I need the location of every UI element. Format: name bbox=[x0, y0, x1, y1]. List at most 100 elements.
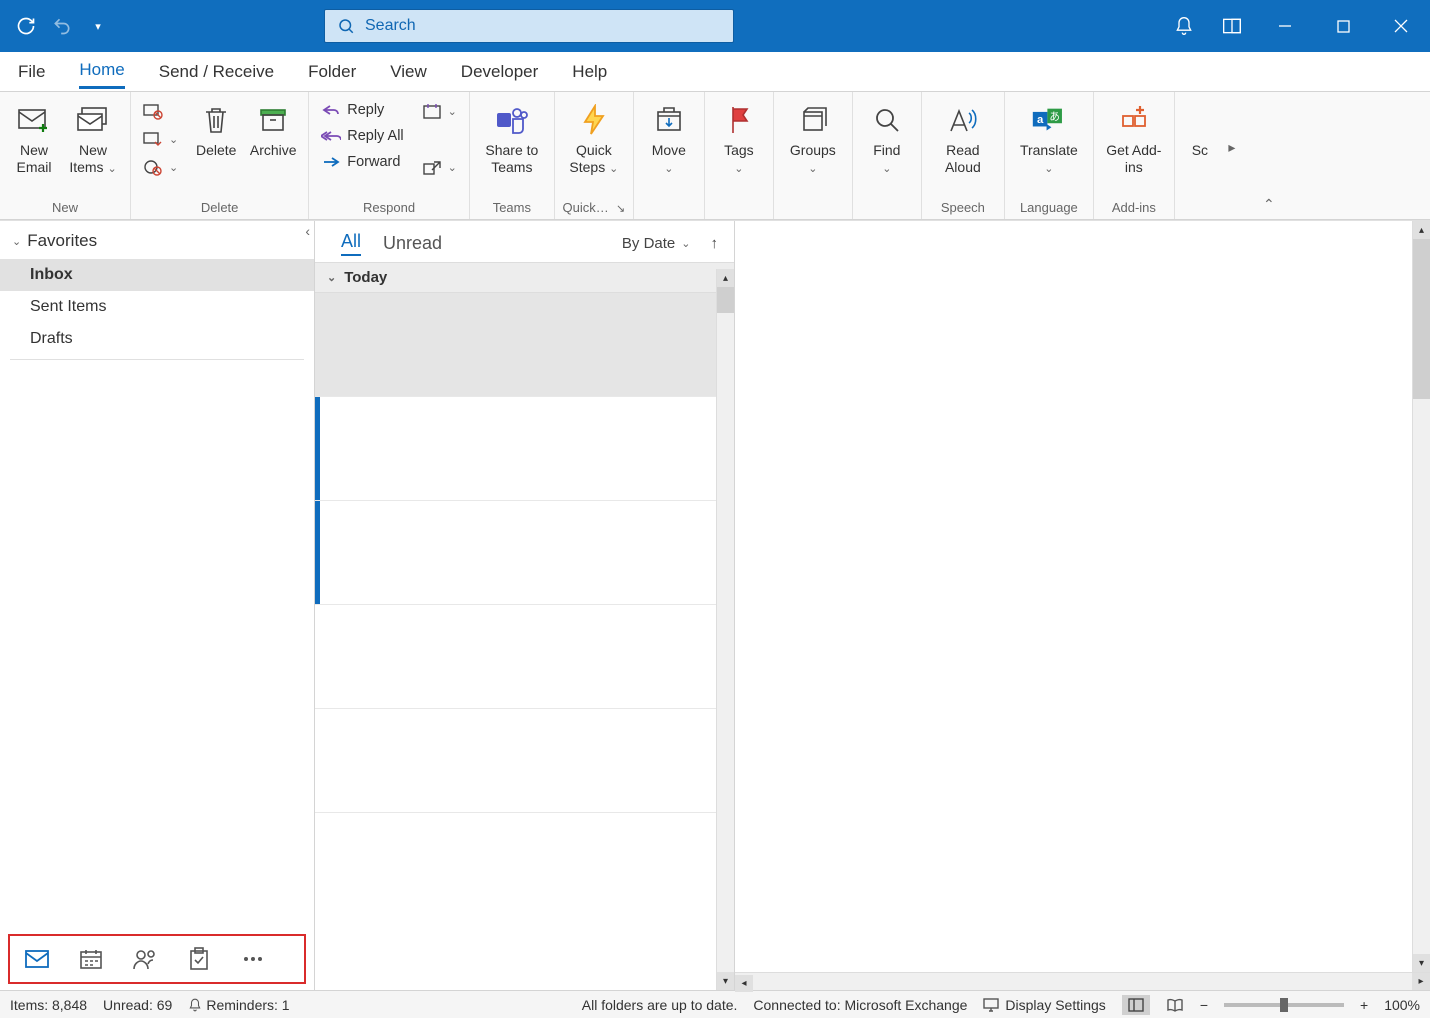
scroll-right-icon[interactable]: ▸ bbox=[1412, 973, 1430, 990]
message-item[interactable] bbox=[315, 397, 734, 501]
bell-icon bbox=[188, 998, 202, 1012]
sync-icon[interactable] bbox=[12, 12, 40, 40]
translate-button[interactable]: aあ Translate⌄ bbox=[1011, 96, 1087, 176]
more-respond-button[interactable]: ⌄ bbox=[416, 154, 463, 180]
maximize-button[interactable] bbox=[1314, 0, 1372, 52]
zoom-level[interactable]: 100% bbox=[1384, 997, 1420, 1013]
get-addins-button[interactable]: Get Add-ins bbox=[1100, 96, 1168, 176]
junk-button[interactable]: ⌄ bbox=[137, 154, 184, 180]
mail-nav-icon[interactable] bbox=[24, 946, 50, 972]
groups-icon bbox=[798, 102, 828, 138]
sort-by-date[interactable]: By Date bbox=[622, 235, 675, 252]
status-sync: All folders are up to date. bbox=[582, 997, 738, 1013]
scroll-thumb[interactable] bbox=[717, 287, 734, 313]
navigation-bar bbox=[8, 934, 306, 984]
ignore-button[interactable] bbox=[137, 98, 184, 124]
message-item[interactable] bbox=[315, 605, 734, 709]
new-email-icon bbox=[17, 102, 51, 138]
tab-developer[interactable]: Developer bbox=[461, 56, 539, 88]
minimize-button[interactable] bbox=[1256, 0, 1314, 52]
group-label-addins: Add-ins bbox=[1100, 198, 1168, 219]
window-controls bbox=[1160, 0, 1430, 52]
share-icon bbox=[422, 158, 442, 176]
move-button[interactable]: Move⌄ bbox=[640, 96, 698, 176]
scroll-down-icon[interactable]: ▾ bbox=[717, 972, 734, 990]
tab-home[interactable]: Home bbox=[79, 54, 124, 89]
cleanup-button[interactable]: ⌄ bbox=[137, 126, 184, 152]
meeting-button[interactable]: ⌄ bbox=[416, 98, 463, 124]
meeting-icon bbox=[422, 102, 442, 120]
notifications-icon[interactable] bbox=[1160, 0, 1208, 52]
tab-folder[interactable]: Folder bbox=[308, 56, 356, 88]
zoom-slider[interactable] bbox=[1224, 1003, 1344, 1007]
reading-pane-vscroll[interactable]: ▴ ▾ bbox=[1412, 221, 1430, 972]
message-item[interactable] bbox=[315, 709, 734, 813]
collapse-ribbon-icon[interactable]: ⌃ bbox=[1251, 92, 1287, 219]
tab-view[interactable]: View bbox=[390, 56, 427, 88]
tasks-nav-icon[interactable] bbox=[186, 946, 212, 972]
zoom-out-button[interactable]: − bbox=[1200, 997, 1208, 1013]
favorites-header[interactable]: ⌄ Favorites bbox=[0, 221, 314, 259]
reading-pane-hscroll[interactable]: ◂ ▸ bbox=[735, 972, 1430, 990]
zoom-handle[interactable] bbox=[1280, 998, 1288, 1012]
read-aloud-button[interactable]: Read Aloud bbox=[928, 96, 998, 176]
tab-help[interactable]: Help bbox=[572, 56, 607, 88]
date-group-today[interactable]: ⌄ Today bbox=[315, 262, 734, 293]
close-button[interactable] bbox=[1372, 0, 1430, 52]
find-button[interactable]: Find⌄ bbox=[859, 96, 915, 176]
group-label-teams: Teams bbox=[476, 198, 548, 219]
people-nav-icon[interactable] bbox=[132, 946, 158, 972]
junk-icon bbox=[143, 158, 163, 176]
coming-soon-icon[interactable] bbox=[1208, 0, 1256, 52]
new-email-button[interactable]: New Email bbox=[6, 96, 62, 176]
group-teams: T Share to Teams Teams bbox=[470, 92, 555, 219]
more-nav-icon[interactable] bbox=[240, 946, 266, 972]
view-reading-button[interactable] bbox=[1166, 998, 1184, 1012]
folder-drafts[interactable]: Drafts bbox=[0, 323, 314, 355]
message-item[interactable] bbox=[315, 501, 734, 605]
collapse-folder-pane-icon[interactable]: ‹ bbox=[305, 223, 310, 239]
group-move: Move⌄ bbox=[634, 92, 705, 219]
group-label-new: New bbox=[6, 198, 124, 219]
qat-customize-icon[interactable]: ▾ bbox=[84, 12, 112, 40]
status-unread-count: Unread: 69 bbox=[103, 997, 172, 1013]
tab-send-receive[interactable]: Send / Receive bbox=[159, 56, 274, 88]
view-normal-button[interactable] bbox=[1122, 995, 1150, 1015]
group-label-speech: Speech bbox=[928, 198, 998, 219]
sort-direction-icon[interactable]: ↑ bbox=[711, 235, 719, 252]
message-item[interactable] bbox=[315, 293, 734, 397]
reply-all-button[interactable]: Reply All bbox=[315, 124, 409, 148]
ribbon-more-icon[interactable]: ▸ bbox=[1219, 96, 1245, 198]
group-speech: Read Aloud Speech bbox=[922, 92, 1005, 219]
new-items-button[interactable]: New Items ⌄ bbox=[62, 96, 124, 176]
share-to-teams-button[interactable]: T Share to Teams bbox=[476, 96, 548, 176]
folder-inbox[interactable]: Inbox bbox=[0, 259, 314, 291]
calendar-nav-icon[interactable] bbox=[78, 946, 104, 972]
group-find: Find⌄ bbox=[853, 92, 922, 219]
undo-icon[interactable] bbox=[48, 12, 76, 40]
archive-button[interactable]: Archive bbox=[244, 96, 302, 159]
tags-button[interactable]: Tags⌄ bbox=[711, 96, 767, 176]
groups-button[interactable]: Groups⌄ bbox=[780, 96, 846, 176]
quick-steps-button[interactable]: Quick Steps ⌄ bbox=[561, 96, 627, 176]
delete-button[interactable]: Delete bbox=[188, 96, 244, 159]
reply-button[interactable]: Reply bbox=[315, 98, 409, 122]
forward-button[interactable]: Forward bbox=[315, 150, 409, 174]
zoom-in-button[interactable]: + bbox=[1360, 997, 1368, 1013]
message-list-scrollbar[interactable]: ▴ ▾ bbox=[716, 269, 734, 990]
scroll-up-icon[interactable]: ▴ bbox=[717, 269, 734, 287]
display-settings-button[interactable]: Display Settings bbox=[983, 997, 1105, 1013]
status-reminders[interactable]: Reminders: 1 bbox=[188, 997, 289, 1013]
scroll-up-icon[interactable]: ▴ bbox=[1413, 221, 1430, 239]
tab-file[interactable]: File bbox=[18, 56, 45, 88]
scroll-down-icon[interactable]: ▾ bbox=[1413, 954, 1430, 972]
filter-all[interactable]: All bbox=[341, 231, 361, 256]
ribbon-overflow-button[interactable]: Sc bbox=[1181, 96, 1219, 159]
scroll-thumb[interactable] bbox=[1413, 239, 1430, 399]
filter-unread[interactable]: Unread bbox=[383, 233, 442, 254]
folder-sent-items[interactable]: Sent Items bbox=[0, 291, 314, 323]
group-groups: Groups⌄ bbox=[774, 92, 853, 219]
scroll-left-icon[interactable]: ◂ bbox=[735, 975, 753, 992]
svg-text:あ: あ bbox=[1049, 111, 1060, 123]
search-box[interactable]: Search bbox=[324, 9, 734, 43]
